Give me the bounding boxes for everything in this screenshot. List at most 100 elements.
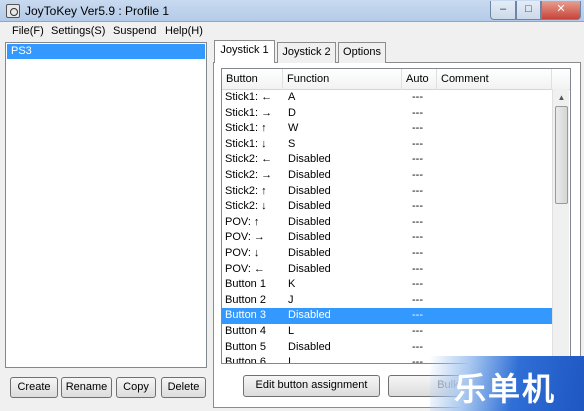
cell-button: Stick2: ↑ [225, 184, 267, 197]
cell-function: Disabled [288, 168, 331, 181]
window-title: JoyToKey Ver5.9 : Profile 1 [25, 4, 170, 18]
cell-button: POV: ↓ [225, 246, 260, 259]
cell-auto: --- [412, 324, 423, 337]
cell-button: POV: ← [225, 262, 265, 275]
app-icon [6, 4, 20, 18]
scroll-up-arrow-icon[interactable]: ▲ [553, 89, 570, 106]
create-profile-button[interactable]: Create [10, 377, 58, 398]
cell-auto: --- [412, 340, 423, 353]
cell-button: Stick2: → [225, 168, 273, 181]
copy-profile-button[interactable]: Copy [116, 377, 156, 398]
table-row[interactable]: Button 3 Disabled --- [222, 308, 553, 324]
cell-auto: --- [412, 91, 423, 103]
table-row[interactable]: Button 4 L --- [222, 324, 553, 340]
table-row[interactable]: Stick2: ↑ Disabled --- [222, 184, 553, 200]
menu-file[interactable]: File(F) [12, 25, 44, 37]
rename-profile-button[interactable]: Rename [61, 377, 112, 398]
cell-auto: --- [412, 153, 423, 166]
cell-function: L [288, 324, 295, 337]
cell-function: K [288, 278, 296, 291]
table-row[interactable]: Stick2: → Disabled --- [222, 168, 553, 184]
cell-auto: --- [412, 356, 423, 364]
cell-button: Button 3 [225, 309, 266, 322]
menu-help[interactable]: Help(H) [165, 25, 203, 37]
cell-button: Button 4 [225, 324, 266, 337]
tab-joystick-2[interactable]: Joystick 2 [277, 42, 336, 63]
button-assignment-table[interactable]: Button Function Auto Comment Stick1: ← A -… [221, 68, 571, 364]
cell-auto: --- [412, 278, 423, 291]
cell-button: Stick1: ↑ [225, 122, 267, 135]
cell-function: Disabled [288, 200, 331, 213]
delete-profile-button[interactable]: Delete [161, 377, 206, 398]
cell-auto: --- [412, 262, 423, 275]
cell-auto: --- [412, 215, 423, 228]
cell-auto: --- [412, 184, 423, 197]
cell-function: A [288, 91, 296, 103]
column-header-auto[interactable]: Auto [402, 69, 437, 90]
menu-suspend[interactable]: Suspend [113, 25, 156, 37]
cell-button: Stick1: ↓ [225, 137, 267, 150]
column-header-comment[interactable]: Comment [437, 69, 552, 90]
cell-button: Button 2 [225, 293, 266, 306]
table-row[interactable]: Stick1: ↓ S --- [222, 137, 553, 153]
cell-button: Button 6 [225, 356, 266, 364]
cell-function: Disabled [288, 231, 331, 244]
minimize-button[interactable]: – [490, 1, 516, 20]
cell-function: D [288, 106, 296, 119]
cell-function: Disabled [288, 262, 331, 275]
cell-auto: --- [412, 246, 423, 259]
cell-button: Stick1: ← [225, 91, 273, 103]
table-row[interactable]: Button 2 J --- [222, 293, 553, 309]
column-header-function[interactable]: Function [283, 69, 402, 90]
tab-options[interactable]: Options [338, 42, 386, 63]
table-scrollbar[interactable]: ▲ [552, 89, 569, 363]
cell-button: POV: ↑ [225, 215, 260, 228]
table-row[interactable]: Stick2: ↓ Disabled --- [222, 199, 553, 215]
table-row[interactable]: Stick1: ↑ W --- [222, 121, 553, 137]
table-row[interactable]: POV: ↑ Disabled --- [222, 215, 553, 231]
maximize-button[interactable]: □ [516, 1, 541, 20]
cell-button: Stick1: → [225, 106, 273, 119]
column-header-button[interactable]: Button [222, 69, 283, 90]
title-bar[interactable]: JoyToKey Ver5.9 : Profile 1 – □ ✕ [0, 0, 584, 22]
cell-button: Stick2: ← [225, 153, 273, 166]
table-body: Stick1: ← A --- Stick1: → D --- Stick1: ↑ W --- S… [222, 90, 553, 364]
edit-button-assignment-button[interactable]: Edit button assignment [243, 375, 380, 397]
table-row[interactable]: Stick1: → D --- [222, 106, 553, 122]
table-row[interactable]: POV: ↓ Disabled --- [222, 246, 553, 262]
watermark-logo: 乐单机 [454, 370, 557, 408]
scroll-thumb[interactable] [555, 106, 568, 204]
cell-button: Button 5 [225, 340, 266, 353]
cell-auto: --- [412, 231, 423, 244]
cell-auto: --- [412, 200, 423, 213]
profile-item[interactable]: PS3 [7, 44, 205, 59]
cell-button: Stick2: ↓ [225, 200, 267, 213]
cell-function: Disabled [288, 215, 331, 228]
cell-function: W [288, 122, 299, 135]
cell-function: Disabled [288, 246, 331, 259]
cell-function: S [288, 137, 296, 150]
table-row[interactable]: POV: → Disabled --- [222, 230, 553, 246]
cell-button: POV: → [225, 231, 265, 244]
cell-function: Disabled [288, 309, 331, 322]
cell-function: J [288, 293, 294, 306]
table-row[interactable]: Stick1: ← A --- [222, 90, 553, 106]
tab-joystick-1[interactable]: Joystick 1 [214, 40, 275, 63]
menu-bar: File(F) Settings(S) Suspend Help(H) [0, 22, 584, 41]
cell-function: Disabled [288, 184, 331, 197]
close-button[interactable]: ✕ [541, 1, 581, 20]
cell-function: I [288, 356, 292, 364]
table-header: Button Function Auto Comment [222, 69, 570, 90]
table-row[interactable]: Button 1 K --- [222, 277, 553, 293]
cell-auto: --- [412, 106, 423, 119]
cell-auto: --- [412, 293, 423, 306]
cell-function: Disabled [288, 153, 331, 166]
table-row[interactable]: Stick2: ← Disabled --- [222, 152, 553, 168]
cell-function: Disabled [288, 340, 331, 353]
table-row[interactable]: POV: ← Disabled --- [222, 262, 553, 278]
cell-auto: --- [412, 137, 423, 150]
profile-list[interactable]: PS3 [5, 42, 207, 368]
menu-settings[interactable]: Settings(S) [51, 25, 105, 37]
cell-auto: --- [412, 168, 423, 181]
table-row[interactable]: Button 5 Disabled --- [222, 340, 553, 356]
